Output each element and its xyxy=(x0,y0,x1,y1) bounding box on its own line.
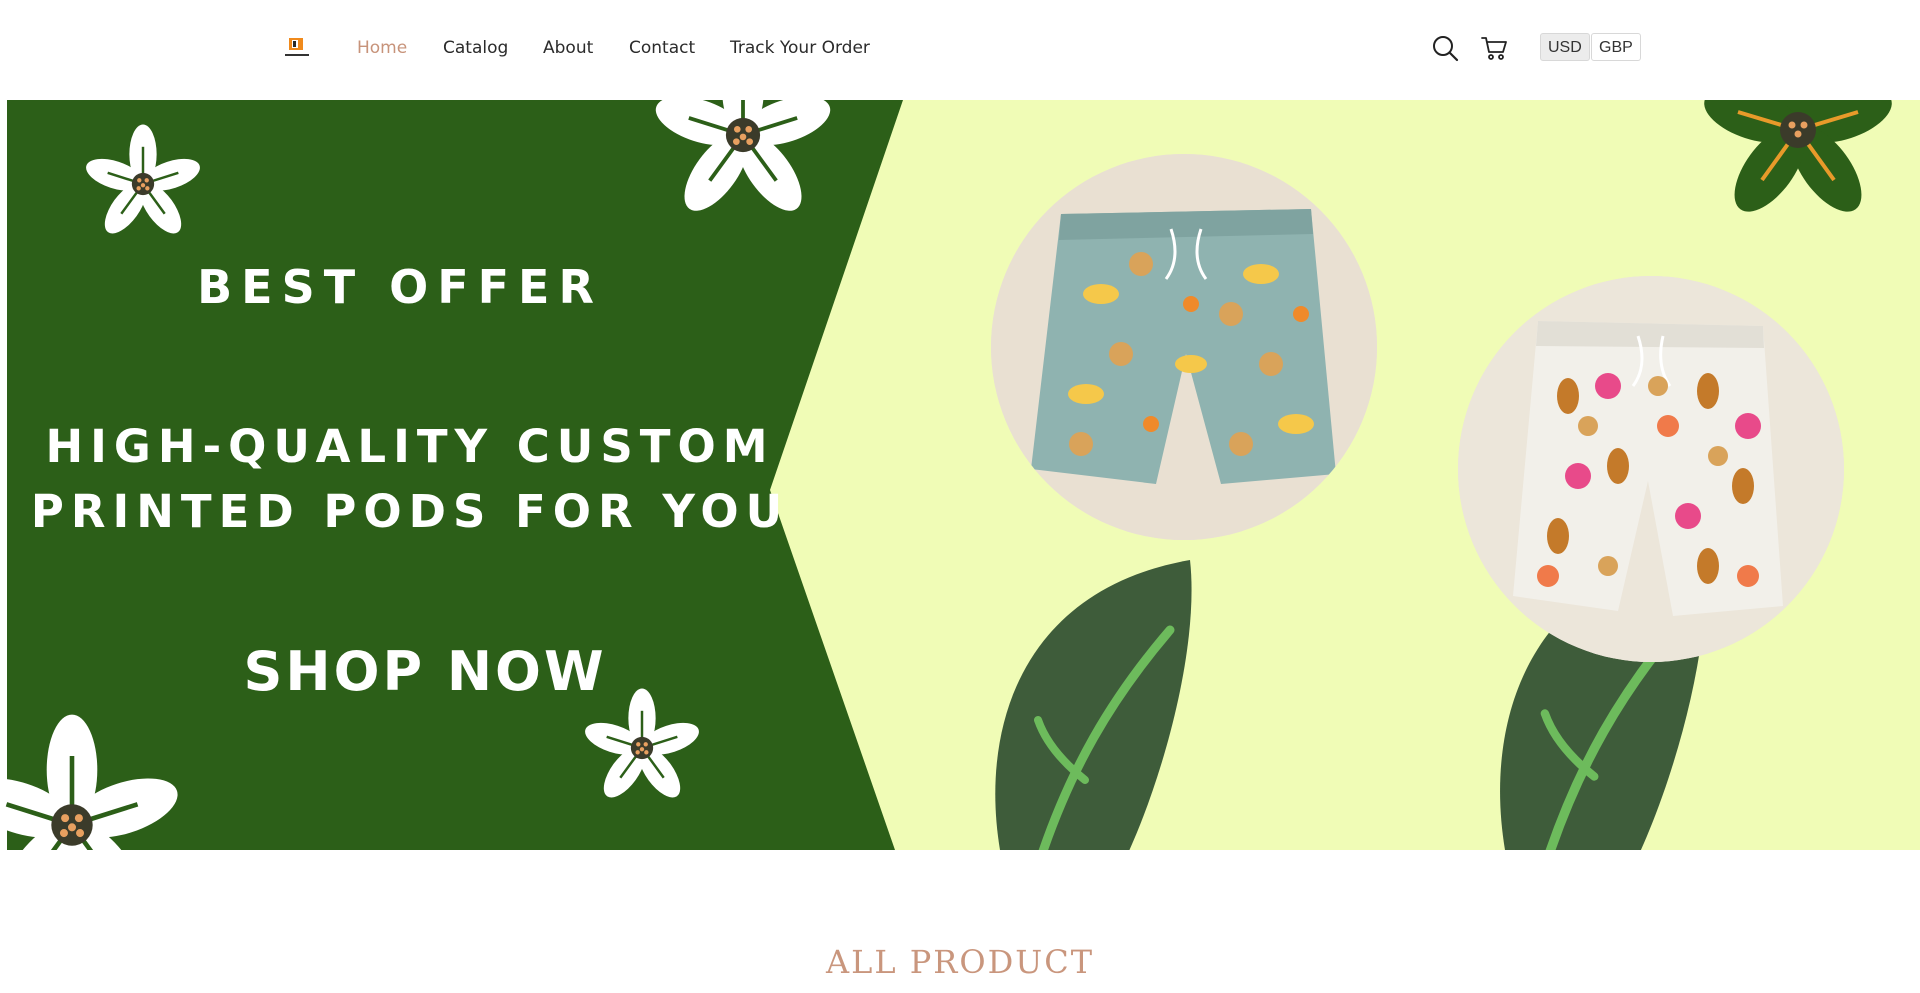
hero-offer-text: BEST OFFER xyxy=(197,260,603,314)
hero-headline-line2: PRINTED PODS FOR YOU xyxy=(30,485,790,538)
brand-logo[interactable] xyxy=(281,32,313,64)
shop-now-link[interactable]: SHOP NOW xyxy=(0,640,850,703)
hero-headline-line1: HIGH-QUALITY CUSTOM xyxy=(45,420,775,473)
nav-home[interactable]: Home xyxy=(357,38,407,58)
section-title-all-product: ALL PRODUCT xyxy=(825,943,1095,981)
nav-about[interactable]: About xyxy=(543,38,593,58)
search-icon[interactable] xyxy=(1431,34,1459,62)
currency-gbp-button[interactable]: GBP xyxy=(1591,33,1641,61)
nav-track-order[interactable]: Track Your Order xyxy=(730,38,870,58)
product-image-shorts-floral xyxy=(1458,276,1844,662)
site-header: Home Catalog About Contact Track Your Or… xyxy=(0,0,1920,100)
nav-contact[interactable]: Contact xyxy=(629,38,695,58)
currency-usd-button[interactable]: USD xyxy=(1540,33,1590,61)
nav-catalog[interactable]: Catalog xyxy=(443,38,508,58)
hero-banner[interactable]: BEST OFFER HIGH-QUALITY CUSTOM PRINTED P… xyxy=(0,100,1920,850)
cart-icon[interactable] xyxy=(1480,34,1508,62)
product-image-shorts-banana xyxy=(991,154,1377,540)
